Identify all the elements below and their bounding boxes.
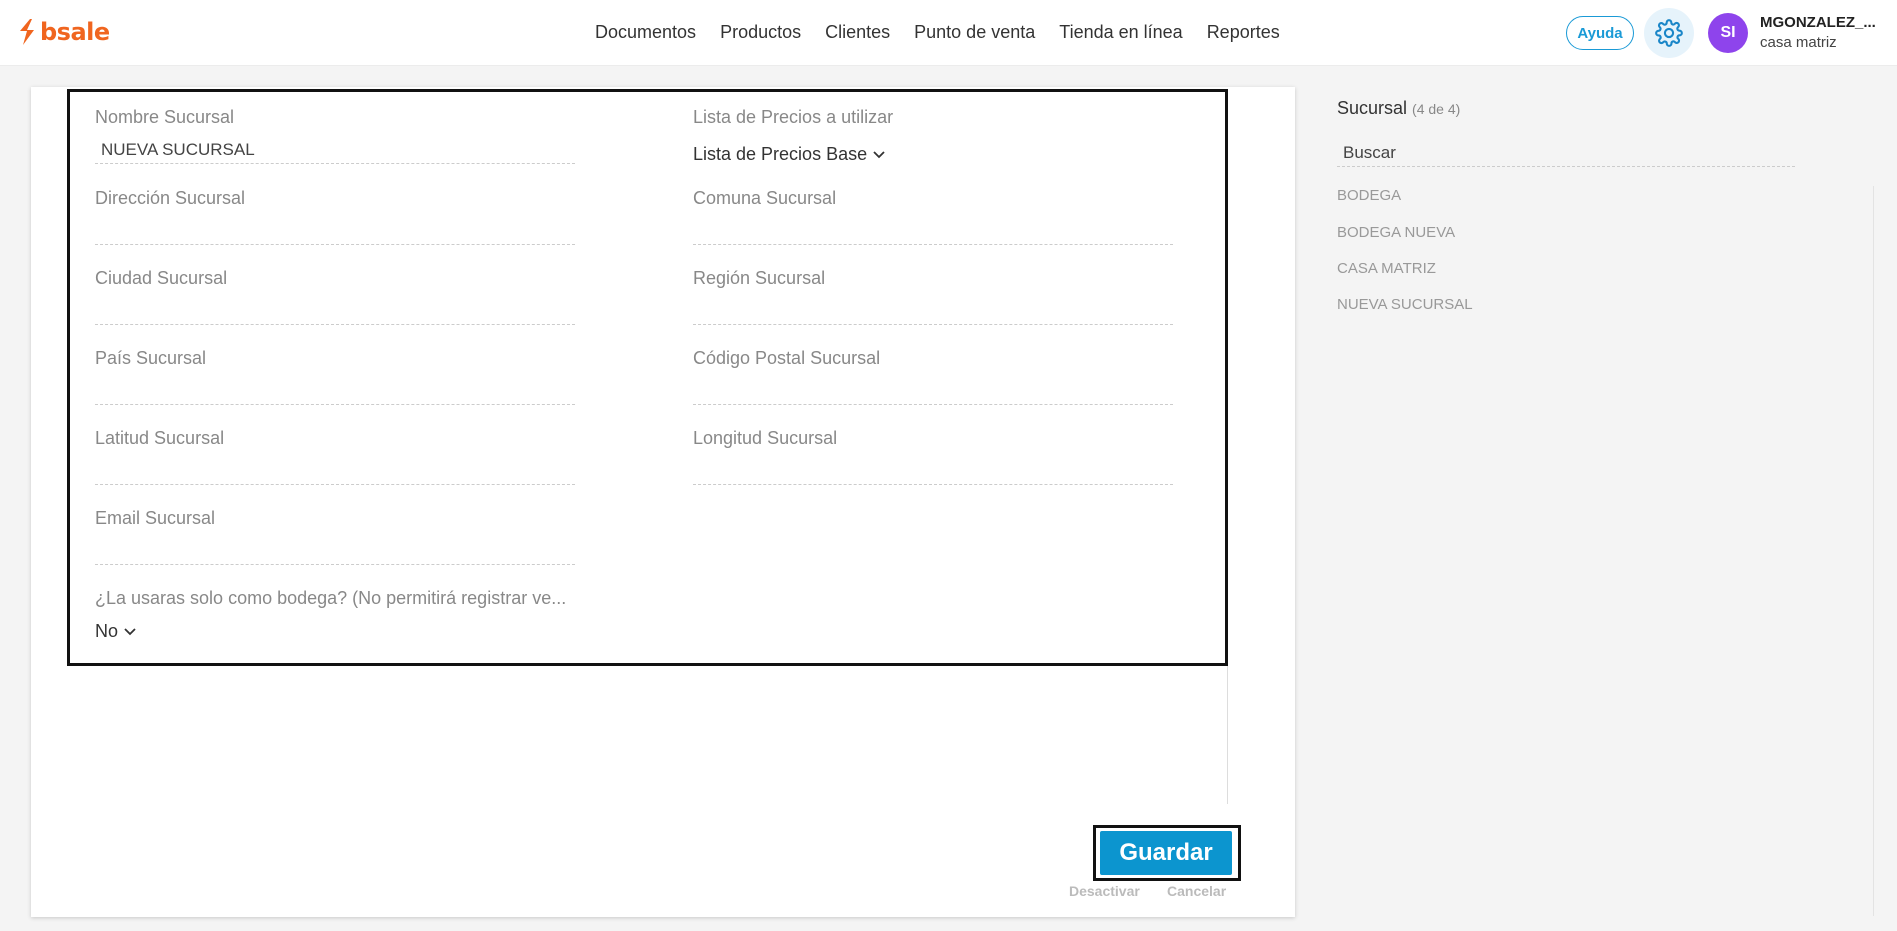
sidebar-count: (4 de 4): [1412, 101, 1461, 117]
field-comuna: Comuna Sucursal: [693, 187, 1173, 245]
sidebar-divider: [1873, 186, 1874, 916]
field-region: Región Sucursal: [693, 267, 1173, 325]
solo-bodega-select[interactable]: No: [95, 621, 136, 642]
email-label: Email Sucursal: [95, 508, 216, 528]
user-branch: casa matriz: [1760, 34, 1837, 51]
field-latitud: Latitud Sucursal: [95, 427, 575, 485]
field-lista-precios: Lista de Precios a utilizar Lista de Pre…: [693, 106, 1173, 164]
field-nombre: Nombre Sucursal NUEVA SUCURSAL: [95, 106, 575, 164]
field-email: Email Sucursal: [95, 507, 575, 565]
chevron-down-icon: [124, 627, 136, 635]
codigo-postal-label: Código Postal Sucursal: [693, 348, 881, 368]
field-solo-bodega: ¿La usaras solo como bodega? (No permiti…: [95, 587, 615, 641]
ciudad-label: Ciudad Sucursal: [95, 268, 228, 288]
longitud-underline: [693, 484, 1173, 485]
field-longitud: Longitud Sucursal: [693, 427, 1173, 485]
sidebar-item-nueva-sucursal[interactable]: NUEVA SUCURSAL: [1337, 296, 1473, 313]
lista-precios-select[interactable]: Lista de Precios Base: [693, 144, 885, 165]
cancel-link[interactable]: Cancelar: [1167, 883, 1226, 899]
sidebar-item-bodega[interactable]: BODEGA: [1337, 187, 1401, 204]
field-codigo-postal: Código Postal Sucursal: [693, 347, 1173, 405]
nombre-underline: [95, 163, 575, 164]
bsale-bolt-icon: [20, 19, 34, 45]
longitud-label: Longitud Sucursal: [693, 428, 838, 448]
help-button[interactable]: Ayuda: [1566, 16, 1634, 50]
nav-productos[interactable]: Productos: [708, 20, 813, 44]
direccion-label: Dirección Sucursal: [95, 188, 246, 208]
chevron-down-icon: [873, 150, 885, 158]
sidebar-title: Sucursal (4 de 4): [1337, 98, 1460, 119]
nombre-input[interactable]: NUEVA SUCURSAL: [101, 140, 255, 160]
sidebar-item-bodega-nueva[interactable]: BODEGA NUEVA: [1337, 224, 1455, 241]
nav-clientes[interactable]: Clientes: [813, 20, 902, 44]
pais-label: País Sucursal: [95, 348, 207, 368]
comuna-underline: [693, 244, 1173, 245]
nav-documentos[interactable]: Documentos: [583, 20, 708, 44]
nav-punto-de-venta[interactable]: Punto de venta: [902, 20, 1047, 44]
field-direccion: Dirección Sucursal: [95, 187, 575, 245]
settings-button[interactable]: [1644, 8, 1694, 58]
top-bar: bsale Documentos Productos Clientes Punt…: [0, 0, 1897, 66]
sidebar-item-casa-matriz[interactable]: CASA MATRIZ: [1337, 260, 1436, 277]
bsale-logo[interactable]: bsale: [18, 18, 110, 46]
solo-bodega-value: No: [95, 621, 119, 641]
deactivate-link[interactable]: Desactivar: [1069, 883, 1140, 899]
main-nav: Documentos Productos Clientes Punto de v…: [583, 20, 1292, 44]
avatar[interactable]: SI: [1708, 13, 1748, 53]
nav-reportes[interactable]: Reportes: [1195, 20, 1292, 44]
latitud-label: Latitud Sucursal: [95, 428, 225, 448]
pais-underline: [95, 404, 575, 405]
gear-icon: [1655, 19, 1683, 47]
sidebar-title-text: Sucursal: [1337, 98, 1408, 118]
codigo-postal-underline: [693, 404, 1173, 405]
latitud-underline: [95, 484, 575, 485]
sidebar-search-input[interactable]: Buscar: [1337, 140, 1795, 167]
comuna-label: Comuna Sucursal: [693, 188, 837, 208]
divider: [1227, 666, 1228, 804]
user-name[interactable]: MGONZALEZ_...: [1760, 14, 1876, 31]
nombre-label: Nombre Sucursal: [95, 107, 235, 127]
lista-precios-value: Lista de Precios Base: [693, 144, 868, 164]
logo-text: bsale: [40, 18, 110, 46]
branch-form: Nombre Sucursal NUEVA SUCURSAL Dirección…: [67, 89, 1228, 666]
field-ciudad: Ciudad Sucursal: [95, 267, 575, 325]
save-button[interactable]: Guardar: [1100, 831, 1232, 875]
direccion-underline: [95, 244, 575, 245]
region-underline: [693, 324, 1173, 325]
nav-tienda-en-linea[interactable]: Tienda en línea: [1047, 20, 1194, 44]
field-pais: País Sucursal: [95, 347, 575, 405]
email-underline: [95, 564, 575, 565]
solo-bodega-label: ¿La usaras solo como bodega? (No permiti…: [95, 588, 567, 608]
lista-precios-label: Lista de Precios a utilizar: [693, 107, 894, 127]
ciudad-underline: [95, 324, 575, 325]
region-label: Región Sucursal: [693, 268, 826, 288]
